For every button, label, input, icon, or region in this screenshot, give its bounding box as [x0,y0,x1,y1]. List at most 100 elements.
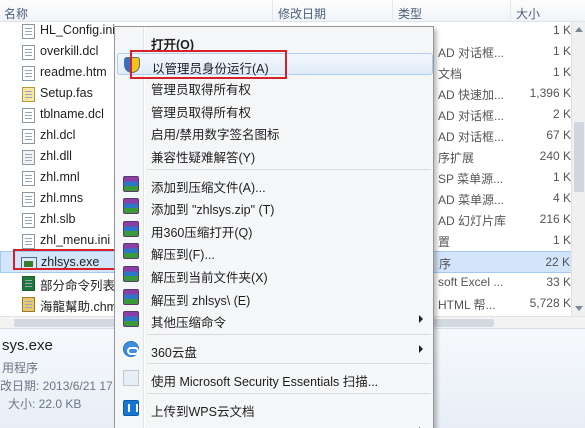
file-size: 1 K [552,44,571,58]
file-size: 1 K [552,23,571,37]
menu-item-label: 360云盘 [151,345,197,360]
details-modified-date: 改日期: 2013/6/21 17 [0,379,113,393]
submenu-arrow-icon [419,315,423,324]
file-type: SP 菜单源... [438,172,504,186]
ini-file-icon [22,24,35,39]
file-type: HTML 帮... [438,298,496,312]
column-header: 名称 修改日期 类型 大小 [0,0,585,22]
menu-item[interactable]: 解压到 zhlsys\ (E) [117,286,433,308]
details-file-type: 用程序 [2,361,39,375]
file-name: zhl_menu.ini [40,233,111,247]
file-size: 5,728 K [529,296,571,310]
menu-item-label: 使用 Microsoft Security Essentials 扫描... [151,375,379,390]
file-name: zhl.dcl [40,128,76,142]
file-name: zhl.slb [40,212,76,226]
file-size: 1 K [552,170,571,184]
file-type: 文档 [438,67,463,81]
menu-item[interactable]: 360云盘 [117,338,433,360]
file-size: 33 K [546,275,571,289]
chm-file-icon [22,297,35,312]
file-type: 置 [438,235,451,249]
menu-item-label: 其他压缩命令 [151,316,227,331]
file-name: zhl.mns [40,191,84,205]
submenu-arrow-icon [419,344,423,353]
file-name: Setup.fas [40,86,93,100]
file-type: 序 [439,257,452,271]
file-name: 部分命令列表... [40,279,126,293]
menu-item[interactable]: 打开(O) [117,30,433,52]
security-essentials-icon [123,370,139,387]
menu-item[interactable]: 上传到WPS云文档 [117,397,433,419]
menu-item-label: 兼容性疑难解答(Y) [151,151,256,165]
dcl-file-icon [22,129,35,144]
details-file-name: sys.exe [2,337,53,354]
context-menu: 打开(O) 以管理员身份运行(A) 管理员取得所有权 管理员取得所有权 启用/禁用数字签… [114,26,434,428]
file-type: AD 对话框... [438,46,505,60]
file-size: 4 K [552,191,571,205]
winrar-icon [123,266,139,282]
scroll-thumb[interactable] [574,122,584,192]
cloud-disk-icon [123,340,139,357]
winrar-icon [123,220,139,237]
menu-item[interactable]: 解压到(F)... [117,240,433,262]
column-divider[interactable] [510,0,511,22]
menu-item[interactable]: 解压到当前文件夹(X) [117,263,433,285]
column-divider[interactable] [272,0,273,22]
column-divider[interactable] [392,0,393,22]
dcl-file-icon [22,45,35,60]
mnl-file-icon [22,171,35,186]
htm-file-icon [22,66,35,81]
highlight-box-run-as-admin [130,50,287,79]
menu-separator [147,363,431,365]
file-size: 2 K [552,107,571,121]
file-type: AD 幻灯片库 [438,214,507,228]
menu-item[interactable]: 管理员取得所有权 [117,98,433,120]
mns-file-icon [22,192,35,207]
file-name: tblname.dcl [40,107,104,121]
winrar-icon [123,198,139,215]
menu-item[interactable]: 添加到 "zhlsys.zip" (T) [117,195,433,217]
file-type: soft Excel ... [438,275,504,289]
wps-cloud-icon [123,400,139,416]
vertical-scrollbar[interactable] [571,22,585,316]
file-name: zhl.dll [40,149,72,163]
file-name: zhl.mnl [40,170,80,184]
menu-separator [147,168,431,170]
highlight-box-selected-file [13,249,118,270]
winrar-icon [123,175,139,192]
menu-separator [147,333,431,335]
file-type: AD 菜单源... [438,193,505,207]
file-size: 1 K [552,65,571,79]
details-file-size: 大小: 22.0 KB [8,397,82,411]
menu-item[interactable]: 启用/禁用数字签名图标 [117,120,433,142]
menu-item[interactable]: 使用 Microsoft Security Essentials 扫描... [117,367,433,389]
menu-item[interactable]: 其他压缩命令 [117,308,433,330]
menu-item[interactable]: 添加到压缩文件(A)... [117,173,433,195]
excel-file-icon [22,276,35,291]
winrar-icon [123,311,139,328]
menu-item-label: 发送到(N) [151,424,206,428]
file-size: 22 K [545,255,570,269]
fas-file-icon [22,87,35,102]
menu-item[interactable]: 兼容性疑难解答(Y) [117,143,433,165]
file-size: 216 K [539,212,571,226]
scroll-down-icon[interactable] [575,306,583,311]
menu-item-label: 上传到WPS云文档 [151,405,255,419]
file-name: HL_Config.ini [40,23,116,37]
menu-item[interactable]: 用360压缩打开(Q) [117,218,433,240]
dcl-file-icon [22,108,35,123]
menu-item[interactable]: 发送到(N) [117,420,433,428]
scroll-up-icon[interactable] [575,27,583,32]
file-name: readme.htm [40,65,107,79]
menu-item-label: 解压到(F)... [151,248,215,263]
winrar-icon [123,243,139,260]
winrar-icon [123,288,139,305]
menu-item-label: 添加到 "zhlsys.zip" (T) [151,203,275,218]
dll-file-icon [22,150,35,165]
menu-item-label: 解压到 zhlsys\ (E) [151,293,251,308]
slb-file-icon [22,213,35,228]
ini-file-icon [22,234,35,249]
file-size: 1 K [552,233,571,247]
menu-item-label: 启用/禁用数字签名图标 [151,128,280,143]
file-name: 海龍幫助.chm [40,300,118,314]
